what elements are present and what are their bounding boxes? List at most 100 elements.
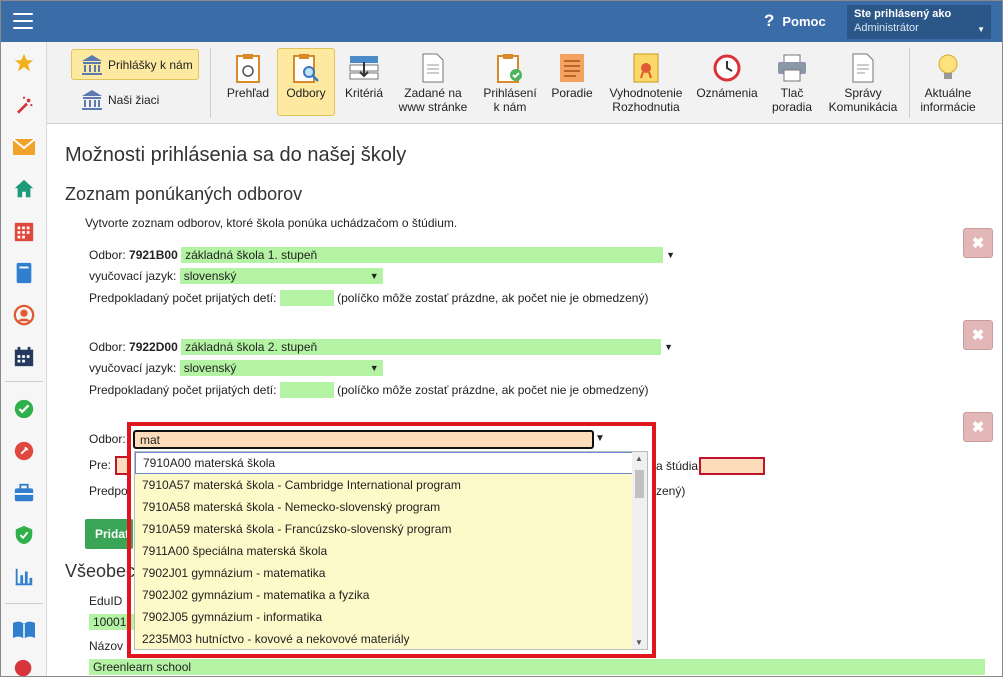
dropdown-arrow-icon[interactable]: ▼ — [595, 433, 605, 444]
tab-prihlaseni-label: Prihlásení k nám — [483, 86, 537, 114]
scroll-up-icon[interactable]: ▲ — [635, 454, 643, 463]
printer-icon — [777, 52, 807, 84]
chevron-down-icon: ▼ — [369, 271, 379, 281]
odbor-select[interactable]: základná škola 2. stupeň — [181, 339, 662, 355]
pin-badge-icon[interactable] — [11, 438, 37, 464]
calendar-grid-icon[interactable] — [11, 219, 37, 245]
odbor-row: Odbor: 7922D00 základná škola 2. stupeň … — [89, 339, 673, 355]
delete-button[interactable]: ✖ — [963, 412, 993, 442]
odbor-select[interactable]: základná škola 1. stupeň — [181, 247, 664, 263]
shield-check-icon[interactable] — [11, 522, 37, 548]
user-menu[interactable]: Ste prihlásený ako Administrátor ▼ — [847, 5, 991, 39]
sidebar — [1, 42, 47, 676]
odbor-search-input[interactable]: mat — [133, 430, 594, 449]
scrollbar[interactable]: ▲ ▼ — [632, 452, 647, 649]
language-select[interactable]: slovenský ▼ — [179, 268, 383, 284]
autocomplete-option[interactable]: 7910A59 materská škola - Francúzsko-slov… — [135, 518, 633, 540]
school-name-field[interactable]: Greenlearn school — [89, 659, 985, 675]
tab-vyhodnotenie-label: Vyhodnotenie Rozhodnutia — [609, 86, 683, 114]
predpo-label: Predpo — [89, 484, 128, 498]
dropdown-arrow-icon[interactable]: ▼ — [666, 250, 675, 260]
autocomplete-option[interactable]: 2235M03 hutníctvo - kovové a nekovové ma… — [135, 628, 633, 649]
tab-odbory-label: Odbory — [286, 86, 326, 100]
user-name: Administrátor — [854, 22, 919, 34]
tab-vyhodnotenie[interactable]: Vyhodnotenie Rozhodnutia — [603, 48, 689, 116]
clipboard-search-icon — [291, 52, 321, 84]
eduid-label: EduID — [89, 594, 123, 608]
dropdown-arrow-icon[interactable]: ▼ — [664, 342, 673, 352]
tab-poradie[interactable]: Poradie — [547, 48, 597, 116]
sort-list-icon — [349, 52, 379, 84]
count-input[interactable] — [279, 382, 334, 398]
language-select-value: slovenský — [183, 361, 237, 375]
toolbar: Prihlášky k nám Naši žiaci Prehľad Odbor… — [47, 42, 1002, 124]
odbor-code: 7922D00 — [129, 340, 178, 354]
clock-icon — [712, 52, 742, 84]
forma-studia-select[interactable] — [699, 457, 765, 475]
building-icon — [82, 54, 102, 75]
document-lines-icon — [848, 52, 878, 84]
tab-prihlaseni-k-nam[interactable]: Prihlásení k nám — [477, 48, 543, 116]
scroll-down-icon[interactable]: ▼ — [635, 638, 643, 647]
user-circle-icon[interactable] — [11, 302, 37, 328]
bar-chart-icon[interactable] — [11, 564, 37, 590]
building-icon — [82, 89, 102, 110]
home-icon[interactable] — [11, 176, 37, 202]
speech-icon[interactable] — [11, 656, 37, 676]
autocomplete-option[interactable]: 7911A00 špeciálna materská škola — [135, 540, 633, 562]
prihlasky-k-nam-label: Prihlášky k nám — [108, 57, 193, 72]
calendar-icon[interactable] — [11, 344, 37, 370]
open-book-icon[interactable] — [11, 617, 37, 643]
autocomplete-option[interactable]: 7910A00 materská škola — [135, 452, 633, 474]
briefcase-icon[interactable] — [11, 480, 37, 506]
autocomplete-option[interactable]: 7910A58 materská škola - Nemecko-slovens… — [135, 496, 633, 518]
school-name-value: Greenlearn school — [89, 659, 985, 675]
odbor-label: Odbor: — [89, 340, 126, 354]
delete-button[interactable]: ✖ — [963, 320, 993, 350]
autocomplete-option[interactable]: 7902J01 gymnázium - matematika — [135, 562, 633, 584]
document-icon — [418, 52, 448, 84]
help-button[interactable]: ? Pomoc — [764, 11, 826, 31]
add-button[interactable]: Pridať — [85, 519, 133, 549]
star-icon[interactable] — [11, 50, 37, 76]
odbor-label: Odbor: — [89, 432, 126, 446]
scrollbar-thumb[interactable] — [635, 470, 644, 498]
tab-prehlad[interactable]: Prehľad — [217, 48, 279, 116]
nasi-ziaci-label: Naši žiaci — [108, 92, 160, 107]
delete-button[interactable]: ✖ — [963, 228, 993, 258]
book-icon[interactable] — [11, 260, 37, 286]
language-label: vyučovací jazyk: — [89, 269, 177, 283]
prihlasky-k-nam-button[interactable]: Prihlášky k nám — [71, 49, 199, 80]
odbor-select-value: základná škola 2. stupeň — [185, 340, 318, 354]
tab-spravy-komunikacia[interactable]: Správy Komunikácia — [823, 48, 903, 116]
tab-aktualne-informacie[interactable]: Aktuálne informácie — [915, 48, 981, 116]
toolbar-divider — [909, 48, 910, 118]
odbor-label: Odbor: — [89, 248, 126, 262]
tab-zadane-na-www[interactable]: Zadané na www stránke — [394, 48, 472, 116]
count-input[interactable] — [279, 290, 334, 306]
tab-odbory[interactable]: Odbory — [277, 48, 335, 116]
autocomplete-option[interactable]: 7902J02 gymnázium - matematika a fyzika — [135, 584, 633, 606]
top-bar: ? Pomoc Ste prihlásený ako Administrátor… — [1, 1, 1002, 42]
language-label: vyučovací jazyk: — [89, 361, 177, 375]
autocomplete-option[interactable]: 7910A57 materská škola - Cambridge Inter… — [135, 474, 633, 496]
autocomplete-list: 7910A00 materská škola 7910A57 materská … — [134, 451, 648, 650]
general-section-title: Všeobec — [65, 561, 136, 581]
tab-kriteria[interactable]: Kritériá — [337, 48, 391, 116]
autocomplete-option[interactable]: 7902J05 gymnázium - informatika — [135, 606, 633, 628]
tab-oznamenia[interactable]: Oznámenia — [691, 48, 763, 116]
check-circle-icon[interactable] — [11, 396, 37, 422]
tab-tlac-poradia[interactable]: Tlač poradia — [765, 48, 819, 116]
sidebar-divider — [5, 603, 43, 604]
ranking-list-icon — [557, 52, 587, 84]
tab-poradie-label: Poradie — [551, 86, 593, 100]
mail-icon[interactable] — [11, 134, 37, 160]
language-select[interactable]: slovenský ▼ — [179, 360, 383, 376]
tab-prehlad-label: Prehľad — [226, 86, 270, 100]
count-label: Predpokladaný počet prijatých detí: — [89, 383, 277, 397]
nazov-label: Názov — [89, 639, 124, 653]
magic-wand-icon[interactable] — [11, 93, 37, 119]
nasi-ziaci-button[interactable]: Naši žiaci — [71, 84, 199, 115]
tab-kriteria-label: Kritériá — [344, 86, 383, 100]
hamburger-menu-icon[interactable] — [13, 13, 33, 29]
